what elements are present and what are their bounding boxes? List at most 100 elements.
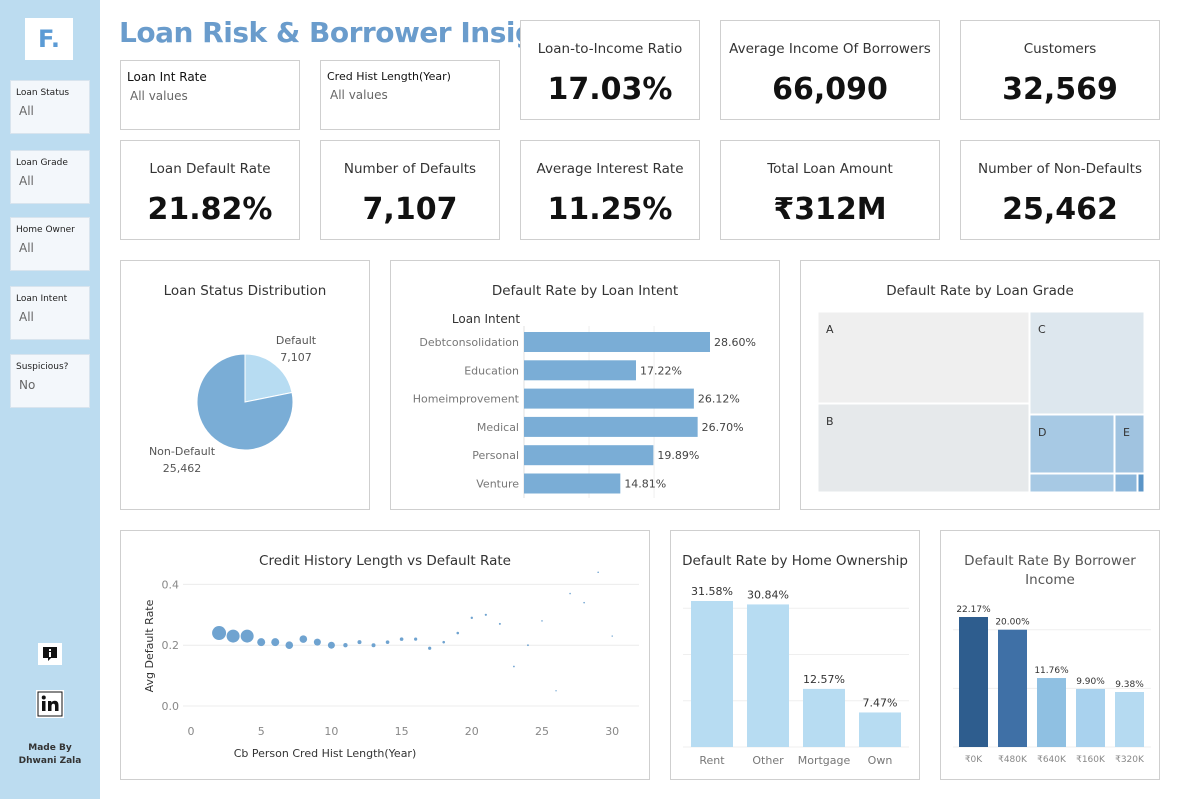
treemap-cell xyxy=(1029,311,1145,415)
filter-value[interactable]: All xyxy=(11,304,89,324)
treemap-cell xyxy=(817,403,1030,493)
kpi-label: Total Loan Amount xyxy=(767,161,893,177)
scatter-point xyxy=(513,665,515,668)
filter-loan-status[interactable]: Loan Status All xyxy=(10,80,90,134)
kpi-label: Loan Default Rate xyxy=(149,161,271,177)
filter-value[interactable]: All xyxy=(11,168,89,188)
kpi-number-of-defaults: Number of Defaults 7,107 xyxy=(320,140,500,240)
bar xyxy=(524,473,621,494)
made-by-line2: Dhwani Zala xyxy=(18,756,82,766)
borrower-income-panel: Default Rate By Borrower Income 22.17% ₹0… xyxy=(940,530,1160,780)
category-label: Personal xyxy=(472,449,519,462)
filter-loan-intent[interactable]: Loan Intent All xyxy=(10,286,90,340)
category-label: ₹480K xyxy=(998,755,1028,765)
home-ownership-bar-chart: 31.58% Rent 30.84% Other 12.57% Mortgage 7.47%… xyxy=(683,585,909,767)
bar xyxy=(524,388,694,409)
bar xyxy=(524,416,698,437)
filter-cred-hist-length[interactable]: Cred Hist Length(Year) All values xyxy=(320,60,500,130)
treemap-label-b: B xyxy=(826,415,834,428)
treemap-label-e: E xyxy=(1123,426,1130,439)
kpi-number-of-non-defaults: Number of Non-Defaults 25,462 xyxy=(960,140,1160,240)
scatter-point xyxy=(597,571,599,574)
scatter-point xyxy=(313,638,321,646)
filter-value[interactable]: All values xyxy=(321,83,499,102)
scatter-point xyxy=(371,643,376,648)
scatter-point xyxy=(484,613,487,616)
linkedin-icon[interactable] xyxy=(35,690,65,718)
page-title: Loan Risk & Borrower Insights xyxy=(119,16,584,49)
bar xyxy=(1115,691,1144,747)
filter-label: Suspicious? xyxy=(16,362,69,372)
kpi-label: Average Interest Rate xyxy=(536,161,684,177)
data-label: 26.70% xyxy=(702,421,744,434)
made-by: Made By Dhwani Zala xyxy=(0,742,100,768)
category-label: Medical xyxy=(477,421,519,434)
x-tick-label: 25 xyxy=(535,725,549,738)
category-label: ₹160K xyxy=(1076,755,1106,765)
kpi-average-interest-rate: Average Interest Rate 11.25% xyxy=(520,140,700,240)
pie-value-non-default: 25,462 xyxy=(163,462,202,475)
data-label: 9.38% xyxy=(1115,680,1144,690)
filter-label: Home Owner xyxy=(16,225,75,235)
category-label: Venture xyxy=(476,478,519,491)
scatter-point xyxy=(428,646,432,650)
scatter-point xyxy=(257,638,266,647)
filter-home-owner[interactable]: Home Owner All xyxy=(10,217,90,271)
y-axis-label: Avg Default Rate xyxy=(143,599,156,692)
scatter-point xyxy=(226,629,240,643)
loan-status-panel: Loan Status Distribution Default 7,107 N… xyxy=(120,260,370,510)
filter-suspicious[interactable]: Suspicious? No xyxy=(10,354,90,408)
kpi-average-income: Average Income Of Borrowers 66,090 xyxy=(720,20,940,120)
data-label: 26.12% xyxy=(698,393,740,406)
kpi-value: 17.03% xyxy=(547,72,673,107)
pie-label-non-default: Non-Default xyxy=(149,445,216,458)
kpi-value: 25,462 xyxy=(1002,192,1118,227)
logo: F. xyxy=(25,18,73,60)
bar xyxy=(524,445,654,466)
y-tick-label: 0.2 xyxy=(162,639,180,652)
treemap-cell xyxy=(1114,473,1138,493)
scatter-point xyxy=(385,640,390,644)
filter-value[interactable]: All xyxy=(11,235,89,255)
bar xyxy=(859,712,901,747)
data-label: 31.58% xyxy=(691,585,733,598)
x-tick-label: 0 xyxy=(188,725,195,738)
treemap-label-a: A xyxy=(826,323,834,336)
x-tick-label: 5 xyxy=(258,725,265,738)
kpi-label: Number of Defaults xyxy=(343,161,477,177)
data-label: 22.17% xyxy=(956,605,991,615)
filter-value[interactable]: No xyxy=(11,372,89,392)
scatter-point xyxy=(240,629,254,643)
data-label: 12.57% xyxy=(803,673,845,686)
scatter-point xyxy=(442,640,446,644)
kpi-label: Loan-to-Income Ratio xyxy=(537,41,683,57)
kpi-total-loan-amount: Total Loan Amount ₹312M xyxy=(720,140,940,240)
scatter-point xyxy=(285,641,294,649)
scatter-point xyxy=(357,640,362,645)
credit-history-scatter-chart: Cb Person Cred Hist Length(Year) Avg Def… xyxy=(143,571,639,760)
scatter-point xyxy=(611,635,613,637)
filter-value[interactable]: All values xyxy=(121,84,299,103)
bar xyxy=(959,617,988,747)
filter-loan-grade[interactable]: Loan Grade All xyxy=(10,150,90,204)
loan-intent-panel: Default Rate by Loan Intent Loan Intent … xyxy=(390,260,780,510)
treemap-cell xyxy=(817,311,1030,404)
bar xyxy=(1076,688,1105,747)
info-icon[interactable] xyxy=(35,640,65,668)
kpi-value: 66,090 xyxy=(772,72,888,107)
x-axis-label: Cb Person Cred Hist Length(Year) xyxy=(234,747,417,760)
kpi-value: 32,569 xyxy=(1002,72,1118,107)
scatter-point xyxy=(555,690,557,692)
scatter-point xyxy=(414,637,418,641)
bar xyxy=(524,360,636,381)
scatter-point xyxy=(327,641,335,649)
bar xyxy=(998,629,1027,747)
home-ownership-panel: Default Rate by Home Ownership 31.58% Ren… xyxy=(670,530,920,780)
x-tick-label: 20 xyxy=(465,725,479,738)
kpi-label: Customers xyxy=(1023,41,1097,57)
treemap-label-d: D xyxy=(1038,426,1046,439)
axis-header: Loan Intent xyxy=(452,312,520,326)
filter-value[interactable]: All xyxy=(11,98,89,118)
filter-loan-int-rate[interactable]: Loan Int Rate All values xyxy=(120,60,300,130)
data-label: 14.81% xyxy=(624,478,666,491)
